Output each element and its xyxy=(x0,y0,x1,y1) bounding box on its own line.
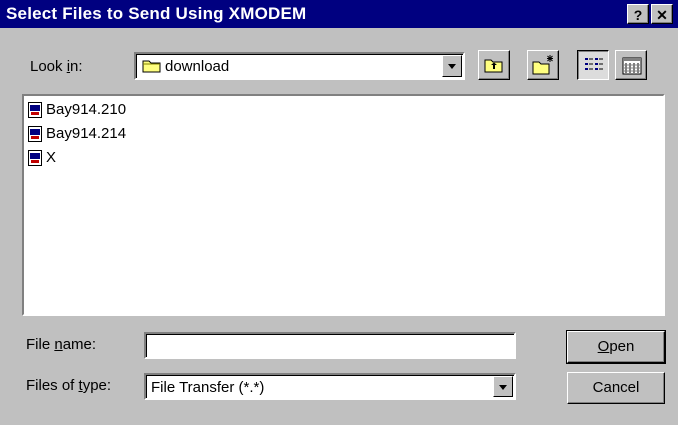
chevron-down-icon xyxy=(499,385,507,390)
help-icon: ? xyxy=(633,7,643,23)
file-name: Bay914.214 xyxy=(46,125,127,142)
look-in-label: Look in: xyxy=(30,58,83,75)
chevron-down-icon xyxy=(448,64,456,69)
create-new-folder-button[interactable] xyxy=(527,50,559,80)
file-name-field[interactable] xyxy=(144,332,516,359)
file-name: Bay914.210 xyxy=(46,101,127,118)
file-name-label-accel: n xyxy=(54,336,63,353)
file-icon xyxy=(28,102,42,118)
up-one-level-button[interactable] xyxy=(478,50,510,80)
file-type-combo[interactable]: File Transfer (*.*) xyxy=(144,373,516,400)
file-type-label-pre: Files of xyxy=(26,377,79,394)
open-button-label: pen xyxy=(609,338,635,355)
title-bar: Select Files to Send Using XMODEM ? ✕ xyxy=(0,0,678,28)
look-in-label-pre: Look xyxy=(30,58,67,75)
file-list[interactable]: Bay914.210 Bay914.214 X xyxy=(22,94,665,316)
help-button[interactable]: ? xyxy=(627,4,649,24)
close-icon: ✕ xyxy=(656,7,668,23)
file-name-label-post: ame: xyxy=(62,336,97,353)
look-in-combo-inner: download xyxy=(136,54,463,78)
details-view-button[interactable] xyxy=(615,50,647,80)
file-name-label: File name: xyxy=(26,336,96,353)
file-type-label: Files of type: xyxy=(26,377,111,394)
file-name-label-pre: File xyxy=(26,336,55,353)
list-item[interactable]: Bay914.210 xyxy=(28,99,126,121)
cancel-button[interactable]: Cancel xyxy=(567,372,665,404)
file-type-value: File Transfer (*.*) xyxy=(151,379,265,396)
up-folder-icon xyxy=(484,56,504,78)
look-in-value: download xyxy=(165,58,230,75)
window-title: Select Files to Send Using XMODEM xyxy=(6,4,307,23)
list-view-icon xyxy=(584,57,604,77)
list-item[interactable]: Bay914.214 xyxy=(28,123,126,145)
file-name: X xyxy=(46,149,57,166)
cancel-button-label: Cancel xyxy=(592,379,640,396)
file-type-dropdown-button[interactable] xyxy=(493,376,513,397)
look-in-combo[interactable]: download xyxy=(134,52,465,80)
file-icon xyxy=(28,150,42,166)
file-type-combo-inner: File Transfer (*.*) xyxy=(146,375,514,398)
open-button[interactable]: Open xyxy=(566,330,666,364)
details-view-icon xyxy=(622,57,642,79)
look-in-dropdown-button[interactable] xyxy=(442,55,462,77)
new-folder-icon xyxy=(532,54,556,80)
file-name-field-inner xyxy=(146,334,514,357)
look-in-label-post: n: xyxy=(70,58,83,75)
open-button-accel: O xyxy=(597,338,610,355)
file-icon xyxy=(28,126,42,142)
folder-icon xyxy=(142,58,162,78)
close-button[interactable]: ✕ xyxy=(651,4,673,24)
list-view-button[interactable] xyxy=(577,50,609,80)
list-item[interactable]: X xyxy=(28,147,56,169)
file-type-label-post: ype: xyxy=(82,377,112,394)
